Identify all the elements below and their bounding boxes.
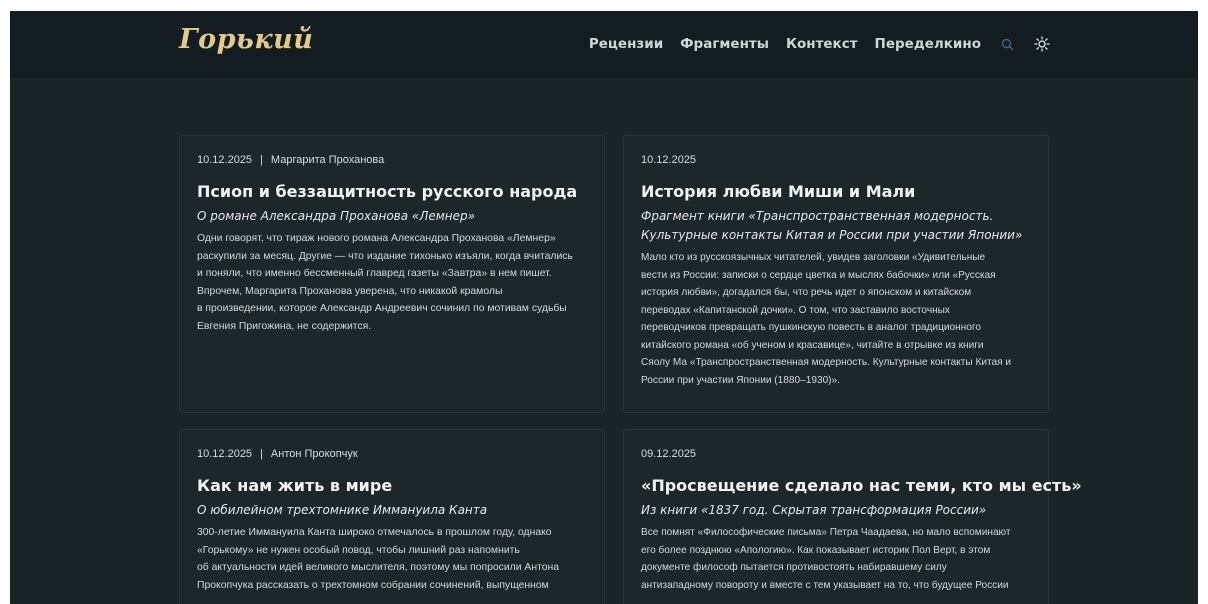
article-excerpt: Мало кто из русскоязычных читателей, уви… (641, 249, 1031, 389)
excerpt-line: антизападному повороту и вместе с тем ук… (641, 579, 1009, 591)
article-meta: 10.12.2025 (641, 154, 1031, 168)
subtitle-line: О романе Александра Проханова «Лемнер» (197, 209, 476, 223)
article-title[interactable]: История любви Миши и Мали (641, 182, 1031, 202)
site-header: Горький Рецензии Фрагменты Контекст Пере… (10, 11, 1198, 78)
excerpt-line: Все помнят «Философические письма» Петра… (641, 527, 1011, 538)
article-excerpt: Одни говорят, что тираж нового романа Ал… (197, 230, 587, 335)
article-date: 10.12.2025 (197, 448, 253, 460)
excerpt-line: Мало кто из русскоязычных читателей, уви… (641, 252, 986, 263)
article-subtitle: Фрагмент книги «Транспространственная мо… (641, 207, 1031, 245)
meta-separator: | (260, 154, 263, 166)
sun-icon[interactable] (1033, 35, 1051, 53)
excerpt-line: Прокопчука рассказать о трехтомном собра… (197, 579, 549, 591)
site-logo[interactable]: Горький (179, 24, 313, 55)
article-card[interactable]: 09.12.2025 «Просвещение сделало нас теми… (623, 429, 1082, 604)
article-card[interactable]: 10.12.2025 История любви Миши и Мали Фра… (623, 135, 1049, 413)
excerpt-line: переводах «Капитанской дочки». О том, чт… (641, 304, 950, 316)
article-subtitle: О юбилейном трехтомнике Иммануила Канта (197, 501, 587, 520)
excerpt-line: об актуальности идей великого мыслителя,… (197, 562, 560, 573)
article-author[interactable]: Маргарита Проханова (271, 154, 384, 166)
excerpt-line: Евгения Пригожина, не содержится. (197, 320, 372, 332)
article-meta: 10.12.2025 | Антон Прокопчук (197, 448, 587, 462)
article-title[interactable]: Как нам жить в мире (197, 476, 587, 496)
nav-fragments[interactable]: Фрагменты (680, 36, 769, 52)
nav-context[interactable]: Контекст (786, 36, 858, 52)
nav-peredelkino[interactable]: Переделкино (875, 36, 981, 52)
main-nav: Рецензии Фрагменты Контекст Переделкино (589, 35, 1051, 53)
nav-reviews[interactable]: Рецензии (589, 36, 663, 52)
subtitle-line: Из книги «1837 год. Скрытая трансформаци… (641, 503, 987, 517)
excerpt-line: Сяолу Ма «Транспространственная модернос… (641, 357, 1011, 368)
excerpt-line: история любви», догадался бы, что речь и… (641, 287, 972, 298)
article-meta: 10.12.2025 | Маргарита Проханова (197, 154, 587, 168)
article-card[interactable]: 10.12.2025 | Антон Прокопчук Как нам жить … (179, 429, 605, 604)
excerpt-line: раскупили за месяц. Другие — что издание… (197, 250, 573, 262)
excerpt-line: в произведении, которое Александр Андрее… (197, 303, 567, 314)
article-excerpt: 300-летие Иммануила Канта широко отмечал… (197, 524, 587, 594)
article-date: 10.12.2025 (197, 154, 253, 166)
excerpt-line: вести из России: записки о сердце цветка… (641, 269, 996, 281)
article-title[interactable]: Псиоп и беззащитность русского народа (197, 182, 587, 202)
article-subtitle: О романе Александра Проханова «Лемнер» (197, 207, 587, 226)
article-date: 09.12.2025 (641, 448, 697, 460)
excerpt-line: Впрочем, Маргарита Проханова уверена, чт… (197, 285, 503, 297)
article-title[interactable]: «Просвещение сделало нас теми, кто мы ес… (641, 476, 1082, 496)
article-meta: 09.12.2025 (641, 448, 1031, 462)
subtitle-line: О юбилейном трехтомнике Иммануила Канта (197, 503, 488, 517)
page: Горький Рецензии Фрагменты Контекст Пере… (10, 11, 1198, 604)
excerpt-line: переводчиков превращать пушкинскую повес… (641, 322, 981, 333)
article-excerpt: Все помнят «Философические письма» Петра… (641, 524, 1031, 594)
excerpt-line: документе философ пытается противостоять… (641, 562, 947, 573)
article-date: 10.12.2025 (641, 154, 697, 166)
excerpt-line: и поняли, что именно бессменный главред … (197, 268, 552, 279)
article-author[interactable]: Антон Прокопчук (271, 448, 358, 460)
excerpt-line: 300-летие Иммануила Канта широко отмечал… (197, 527, 552, 538)
subtitle-line: Фрагмент книги «Транспространственная мо… (641, 209, 994, 223)
article-subtitle: Из книги «1837 год. Скрытая трансформаци… (641, 501, 1031, 520)
excerpt-line: китайского романа «об ученом и красавице… (641, 339, 984, 351)
search-icon[interactable] (998, 35, 1016, 53)
meta-separator: | (260, 448, 263, 460)
article-card[interactable]: 10.12.2025 | Маргарита Проханова Псиоп и б… (179, 135, 605, 413)
excerpt-line: его более позднюю «Апологию». Как показы… (641, 544, 991, 556)
excerpt-line: «Горькому» не нужен особый повод, чтобы … (197, 544, 520, 556)
subtitle-line: Культурные контакты Китая и России при у… (641, 228, 1023, 242)
excerpt-line: России при участии Японии (1880–1930)». (641, 374, 840, 386)
excerpt-line: Одни говорят, что тираж нового романа Ал… (197, 233, 556, 244)
